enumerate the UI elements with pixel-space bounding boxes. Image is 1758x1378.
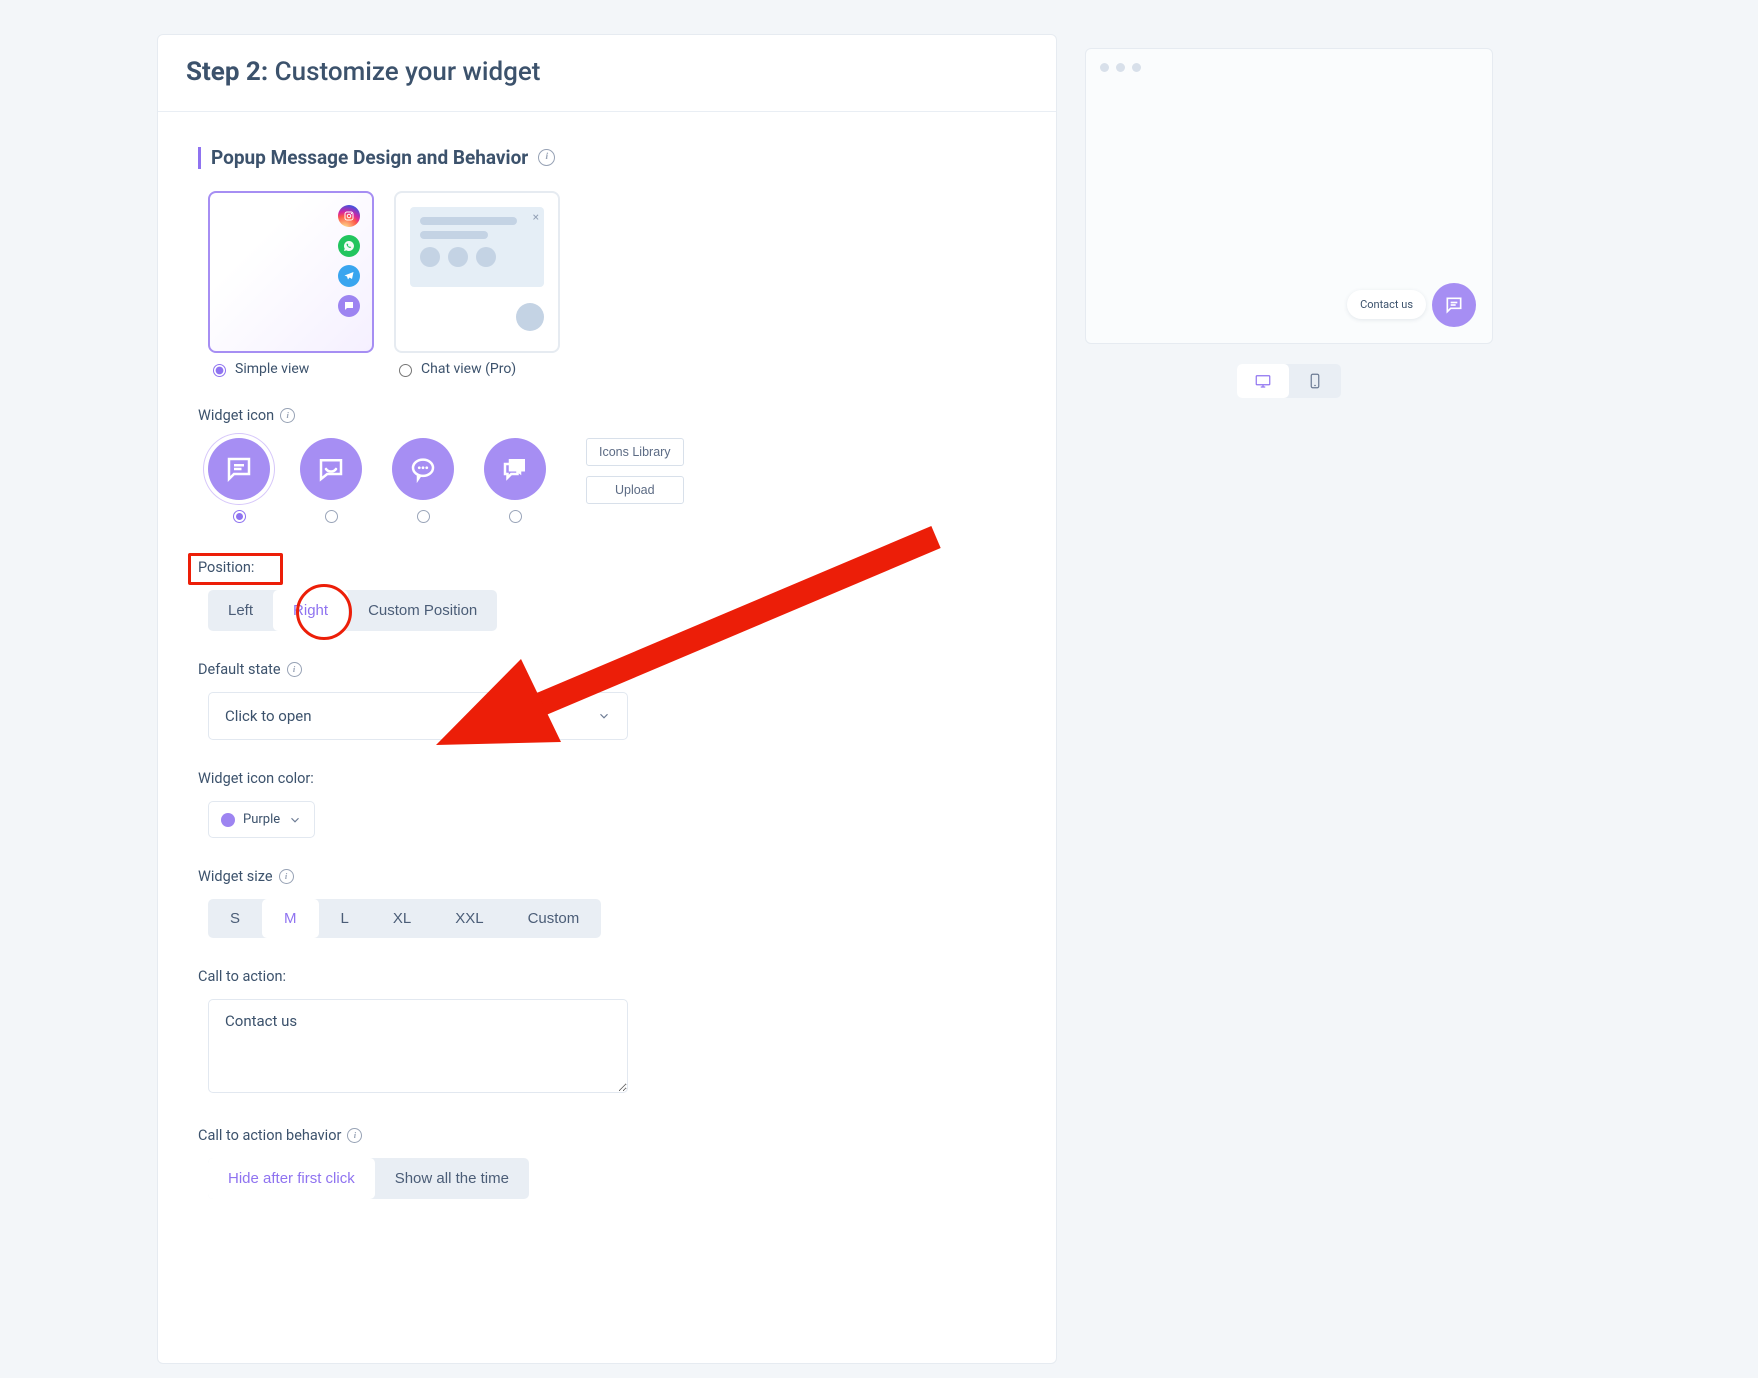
device-desktop[interactable] <box>1237 364 1289 398</box>
widget-size-label: Widget size i <box>198 868 1016 885</box>
size-m[interactable]: M <box>262 899 319 938</box>
cta-behavior-hide[interactable]: Hide after first click <box>208 1158 375 1199</box>
info-icon[interactable]: i <box>287 662 302 677</box>
size-custom[interactable]: Custom <box>506 899 602 938</box>
mobile-icon <box>1306 372 1324 390</box>
widget-icon-option-0[interactable] <box>208 438 270 523</box>
default-state-label: Default state i <box>198 661 1016 678</box>
section-accent <box>198 147 201 169</box>
widget-icon-option-2[interactable] <box>392 438 454 523</box>
default-state-select[interactable]: Click to open <box>208 692 628 740</box>
widget-icon-label: Widget icon i <box>198 407 1016 424</box>
size-xxl[interactable]: XXL <box>433 899 505 938</box>
icon-color-picker[interactable]: Purple <box>208 801 315 838</box>
view-option-chat-radio[interactable]: Chat view (Pro) <box>394 361 560 377</box>
view-option-simple[interactable] <box>208 191 374 353</box>
info-icon[interactable]: i <box>347 1128 362 1143</box>
icon-color-label: Widget icon color: <box>198 770 1016 787</box>
cta-textarea[interactable] <box>208 999 628 1093</box>
close-icon: × <box>533 210 539 224</box>
color-swatch <box>221 813 235 827</box>
panel-header: Step 2: Customize your widget <box>158 35 1056 112</box>
widget-icon-option-1[interactable] <box>300 438 362 523</box>
size-s[interactable]: S <box>208 899 262 938</box>
desktop-icon <box>1254 372 1272 390</box>
device-toggle <box>1237 364 1341 398</box>
position-custom[interactable]: Custom Position <box>348 590 497 631</box>
chat-icon <box>338 295 360 317</box>
position-segmented: Left Right Custom Position <box>208 590 497 631</box>
step-title: Step 2: Customize your widget <box>186 57 1028 87</box>
chevron-down-icon <box>288 813 302 827</box>
info-icon[interactable]: i <box>538 149 555 166</box>
preview-widget-fab <box>1432 283 1476 327</box>
telegram-icon <box>338 265 360 287</box>
position-left[interactable]: Left <box>208 590 273 631</box>
view-option-simple-radio[interactable]: Simple view <box>208 361 374 377</box>
icons-library-button[interactable]: Icons Library <box>586 438 684 466</box>
instagram-icon <box>338 205 360 227</box>
info-icon[interactable]: i <box>279 869 294 884</box>
position-right[interactable]: Right <box>273 590 348 631</box>
section-title: Popup Message Design and Behavior <box>211 146 528 169</box>
position-label: Position: <box>198 559 1016 576</box>
upload-icon-button[interactable]: Upload <box>586 476 684 504</box>
cta-behavior-showall[interactable]: Show all the time <box>375 1158 529 1199</box>
settings-panel: Step 2: Customize your widget Popup Mess… <box>157 34 1057 1364</box>
whatsapp-icon <box>338 235 360 257</box>
size-xl[interactable]: XL <box>371 899 433 938</box>
widget-icon-option-3[interactable] <box>484 438 546 523</box>
widget-size-segmented: S M L XL XXL Custom <box>208 899 601 938</box>
size-l[interactable]: L <box>319 899 371 938</box>
cta-behavior-label: Call to action behavior i <box>198 1127 1016 1144</box>
info-icon[interactable]: i <box>280 408 295 423</box>
cta-behavior-segmented: Hide after first click Show all the time <box>208 1158 529 1199</box>
cta-label: Call to action: <box>198 968 1016 985</box>
view-option-chat[interactable]: × <box>394 191 560 353</box>
chevron-down-icon <box>597 709 611 723</box>
preview-cta-pill: Contact us <box>1347 290 1426 319</box>
window-traffic-lights <box>1100 63 1141 72</box>
device-mobile[interactable] <box>1289 364 1341 398</box>
chat-fab-icon <box>516 303 544 331</box>
preview-window: Contact us <box>1085 48 1493 344</box>
